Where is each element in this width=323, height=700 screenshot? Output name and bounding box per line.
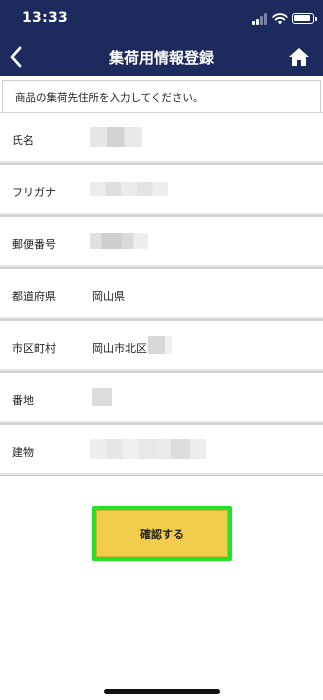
wifi-icon [272, 13, 288, 25]
page-title: 集荷用情報登録 [108, 49, 214, 67]
nav-bar: 集荷用情報登録 [0, 38, 323, 76]
address-form: 氏名 フリガナ 郵便番号 都道府県 岡山県 市区町村 岡山市北区 番地 建物 [0, 112, 323, 476]
city-field[interactable]: 市区町村 岡山市北区 [0, 320, 323, 372]
name-field[interactable]: 氏名 [0, 112, 323, 164]
furigana-field[interactable]: フリガナ [0, 164, 323, 216]
instruction-notice: 商品の集荷先住所を入力してください。 [2, 80, 321, 114]
redacted-value [90, 182, 168, 196]
home-indicator [104, 689, 220, 694]
redacted-value [90, 439, 206, 459]
building-field[interactable]: 建物 [0, 424, 323, 476]
redacted-value [90, 233, 148, 249]
redacted-value [92, 388, 112, 406]
field-label: フリガナ [12, 186, 56, 199]
postal-code-field[interactable]: 郵便番号 [0, 216, 323, 268]
redacted-value [148, 336, 172, 354]
status-time: 13:33 [22, 10, 69, 26]
field-value: 岡山県 [92, 290, 125, 303]
street-address-field[interactable]: 番地 [0, 372, 323, 424]
field-label: 番地 [12, 394, 34, 407]
signal-icon [252, 13, 270, 25]
field-label: 郵便番号 [12, 238, 56, 251]
instruction-text: 商品の集荷先住所を入力してください。 [15, 92, 204, 104]
field-label: 氏名 [12, 134, 34, 147]
battery-icon [292, 13, 317, 24]
confirm-button[interactable]: 確認する [92, 506, 232, 561]
field-value: 岡山市北区 [92, 342, 147, 355]
header: 13:33 集荷用情報登録 [0, 0, 323, 76]
prefecture-field[interactable]: 都道府県 岡山県 [0, 268, 323, 320]
field-label: 都道府県 [12, 290, 56, 303]
field-label: 市区町村 [12, 342, 56, 355]
status-bar: 13:33 [0, 0, 323, 38]
home-icon[interactable] [288, 46, 310, 68]
confirm-button-label: 確認する [96, 510, 228, 557]
field-label: 建物 [12, 446, 34, 459]
redacted-value [90, 127, 142, 147]
